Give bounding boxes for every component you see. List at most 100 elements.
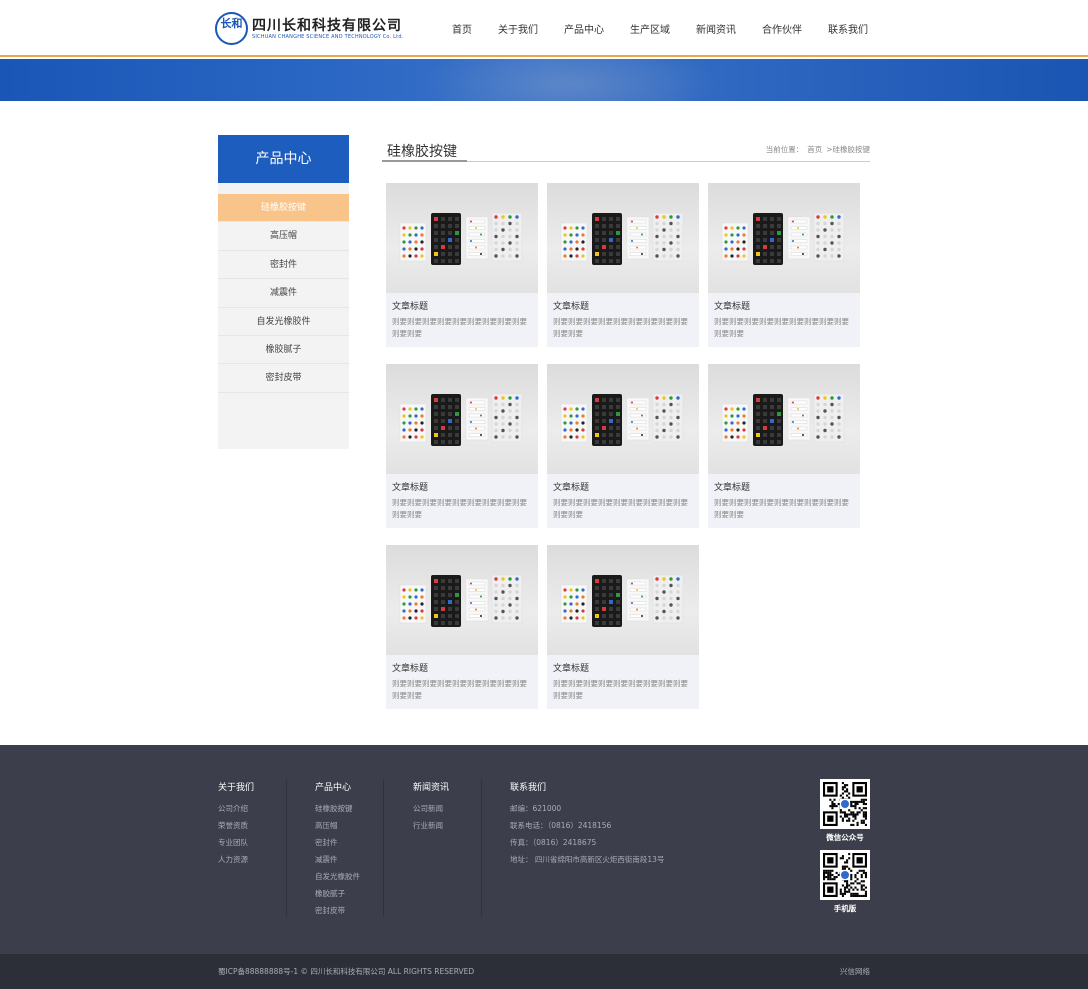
breadcrumb-label: 当前位置： — [765, 145, 804, 154]
footer-link[interactable]: 荣誉资质 — [218, 817, 254, 834]
footer-col-contact: 联系我们 邮编：621000 联系电话：（0816）2418156 传真：（08… — [510, 780, 664, 868]
sidebar: 产品中心 硅橡胶按键 高压帽 密封件 减震件 自发光橡胶件 橡胶腻子 密封皮带 — [218, 135, 349, 449]
nav-contact[interactable]: 联系我们 — [828, 21, 868, 36]
product-description: 则要则要则要则要则要则要则要则要则要则要则要 — [553, 679, 688, 700]
page-title: 硅橡胶按键 — [387, 144, 457, 160]
wechat-qr-label: 微信公众号 — [826, 833, 864, 842]
nav-news[interactable]: 新闻资讯 — [696, 21, 736, 36]
footer-link[interactable]: 公司介绍 — [218, 800, 254, 817]
product-description: 则要则要则要则要则要则要则要则要则要则要则要 — [392, 679, 527, 700]
footer-link[interactable]: 行业新闻 — [413, 817, 449, 834]
product-image[interactable] — [547, 545, 699, 655]
footer-divider — [383, 780, 384, 916]
product-image[interactable] — [547, 183, 699, 293]
footer-divider — [286, 780, 287, 916]
product-title[interactable]: 文章标题 — [392, 480, 538, 493]
sidebar-item-silicone-keypad[interactable]: 硅橡胶按键 — [218, 194, 349, 223]
product-description: 则要则要则要则要则要则要则要则要则要则要则要 — [392, 317, 527, 338]
product-title[interactable]: 文章标题 — [553, 661, 699, 674]
copyright-text: 蜀ICP备88888888号-1 © 四川长和科技有限公司 ALL RIGHTS… — [218, 967, 475, 976]
product-card[interactable]: 文章标题则要则要则要则要则要则要则要则要则要则要则要 — [386, 545, 538, 709]
footer-link[interactable]: 人力资源 — [218, 851, 254, 868]
footer-about-title: 关于我们 — [218, 783, 255, 793]
nav-about[interactable]: 关于我们 — [498, 21, 538, 36]
title-divider-accent — [382, 160, 467, 162]
sidebar-title: 产品中心 — [218, 135, 349, 183]
product-title[interactable]: 文章标题 — [392, 661, 538, 674]
footer-col-products: 产品中心 硅橡胶按键 高压帽 密封件 减震件 自发光橡胶件 橡胶腻子 密封皮带 — [315, 780, 360, 919]
mobile-qr-label: 手机版 — [833, 904, 857, 913]
product-image[interactable] — [386, 364, 538, 474]
product-title[interactable]: 文章标题 — [553, 299, 699, 312]
contact-fax: 传真：（0816）2418675 — [510, 838, 597, 847]
sidebar-list: 硅橡胶按键 高压帽 密封件 减震件 自发光橡胶件 橡胶腻子 密封皮带 — [218, 194, 349, 393]
footer-divider — [481, 780, 482, 916]
product-card[interactable]: 文章标题则要则要则要则要则要则要则要则要则要则要则要 — [386, 183, 538, 347]
product-description: 则要则要则要则要则要则要则要则要则要则要则要 — [714, 498, 849, 519]
breadcrumb: 当前位置： 首页 >硅橡胶按键 — [762, 144, 870, 155]
qr-code-icon — [823, 853, 867, 897]
product-image[interactable] — [386, 183, 538, 293]
footer-bottom-bar: 蜀ICP备88888888号-1 © 四川长和科技有限公司 ALL RIGHTS… — [0, 954, 1088, 989]
product-image[interactable] — [708, 183, 860, 293]
product-description: 则要则要则要则要则要则要则要则要则要则要则要 — [553, 498, 688, 519]
footer-link[interactable]: 减震件 — [315, 851, 360, 868]
product-description: 则要则要则要则要则要则要则要则要则要则要则要 — [553, 317, 688, 338]
contact-address: 地址： 四川省绵阳市高新区火炬西街南段13号 — [510, 855, 665, 864]
sidebar-item-hv-cap[interactable]: 高压帽 — [218, 222, 349, 251]
product-card[interactable]: 文章标题则要则要则要则要则要则要则要则要则要则要则要 — [547, 364, 699, 528]
footer-link[interactable]: 专业团队 — [218, 834, 254, 851]
footer-link[interactable]: 密封皮带 — [315, 902, 360, 919]
qr-code-icon — [823, 782, 867, 826]
footer-link[interactable]: 自发光橡胶件 — [315, 868, 360, 885]
footer-news-title: 新闻资讯 — [413, 783, 450, 793]
company-name: 四川长和科技有限公司 — [252, 18, 402, 34]
footer-link[interactable]: 密封件 — [315, 834, 360, 851]
site-credit[interactable]: 兴信网络 — [840, 966, 870, 977]
product-title[interactable]: 文章标题 — [714, 299, 860, 312]
footer-link[interactable]: 高压帽 — [315, 817, 360, 834]
nav-products[interactable]: 产品中心 — [564, 21, 604, 36]
footer-link[interactable]: 公司新闻 — [413, 800, 449, 817]
footer-products-title: 产品中心 — [315, 783, 352, 793]
contact-postcode: 邮编：621000 — [510, 804, 562, 813]
footer-link[interactable]: 硅橡胶按键 — [315, 800, 360, 817]
sidebar-item-dampers[interactable]: 减震件 — [218, 279, 349, 308]
mobile-qr-code — [820, 850, 870, 900]
footer-col-about: 关于我们 公司介绍 荣誉资质 专业团队 人力资源 — [218, 780, 254, 868]
product-card[interactable]: 文章标题则要则要则要则要则要则要则要则要则要则要则要 — [708, 364, 860, 528]
site-footer: 关于我们 公司介绍 荣誉资质 专业团队 人力资源 产品中心 硅橡胶按键 高压帽 … — [0, 745, 1088, 954]
product-image[interactable] — [547, 364, 699, 474]
company-logo[interactable]: 长和 四川长和科技有限公司 SICHUAN CHANGHE SCIENCE AN… — [215, 12, 415, 46]
product-description: 则要则要则要则要则要则要则要则要则要则要则要 — [714, 317, 849, 338]
sidebar-item-seals[interactable]: 密封件 — [218, 250, 349, 280]
product-title[interactable]: 文章标题 — [714, 480, 860, 493]
nav-home[interactable]: 首页 — [452, 21, 472, 36]
banner-decoration — [420, 59, 720, 101]
site-header: 长和 四川长和科技有限公司 SICHUAN CHANGHE SCIENCE AN… — [0, 0, 1088, 57]
product-card[interactable]: 文章标题则要则要则要则要则要则要则要则要则要则要则要 — [547, 545, 699, 709]
product-card[interactable]: 文章标题则要则要则要则要则要则要则要则要则要则要则要 — [547, 183, 699, 347]
breadcrumb-current: >硅橡胶按键 — [826, 145, 870, 154]
product-card[interactable]: 文章标题则要则要则要则要则要则要则要则要则要则要则要 — [708, 183, 860, 347]
product-image[interactable] — [708, 364, 860, 474]
footer-link[interactable]: 橡胶腻子 — [315, 885, 360, 902]
product-image[interactable] — [386, 545, 538, 655]
product-card[interactable]: 文章标题则要则要则要则要则要则要则要则要则要则要则要 — [386, 364, 538, 528]
sidebar-item-rubber-putty[interactable]: 橡胶腻子 — [218, 335, 349, 365]
product-title[interactable]: 文章标题 — [553, 480, 699, 493]
contact-phone: 联系电话：（0816）2418156 — [510, 821, 612, 830]
product-title[interactable]: 文章标题 — [392, 299, 538, 312]
nav-partners[interactable]: 合作伙伴 — [762, 21, 802, 36]
nav-production[interactable]: 生产区域 — [630, 21, 670, 36]
sidebar-item-seal-belt[interactable]: 密封皮带 — [218, 364, 349, 393]
footer-contact-title: 联系我们 — [510, 783, 547, 793]
main-nav: 首页 关于我们 产品中心 生产区域 新闻资讯 合作伙伴 联系我们 — [452, 21, 894, 36]
logo-mark: 长和 — [215, 12, 248, 45]
company-name-en: SICHUAN CHANGHE SCIENCE AND TECHNOLOGY C… — [252, 34, 404, 40]
breadcrumb-home[interactable]: 首页 — [807, 145, 822, 154]
sidebar-item-luminous-rubber[interactable]: 自发光橡胶件 — [218, 307, 349, 336]
page-banner — [0, 59, 1088, 101]
footer-col-news: 新闻资讯 公司新闻 行业新闻 — [413, 780, 449, 834]
product-description: 则要则要则要则要则要则要则要则要则要则要则要 — [392, 498, 527, 519]
